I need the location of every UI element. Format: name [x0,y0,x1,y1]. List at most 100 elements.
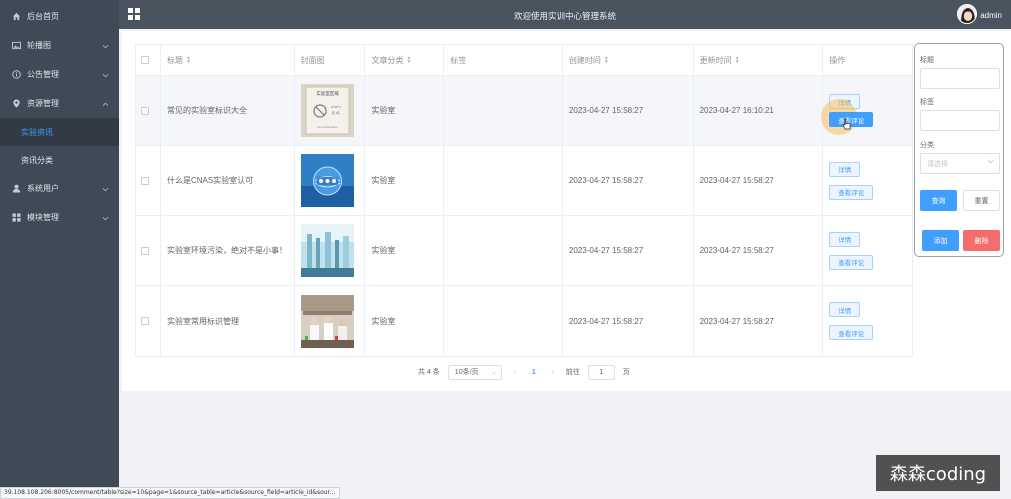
detail-button[interactable]: 详情 [829,231,861,247]
column-header-label: 标签 [450,55,467,65]
tag-cell [444,76,563,145]
delete-button[interactable]: 删除 [963,230,1000,251]
tag-filter-label: 标签 [920,99,934,106]
actions-cell: 详情 查看评论 [823,216,912,285]
cover-cell: 实验室区域 A7OF 4 区-1区 Lave & Reindane [295,76,366,145]
row-checkbox[interactable] [141,317,149,325]
title-filter-input[interactable] [920,68,1000,89]
view-comments-button[interactable]: 查看评论 [829,325,874,340]
sort-icon[interactable]: ▲ ▼ [604,56,609,65]
table-row[interactable]: 什么是CNAS实验室认可 实验室 2023-04-27 15:58:27 202… [136,146,912,216]
category-filter-label: 分类 [920,142,934,149]
select-all-checkbox[interactable] [141,56,149,64]
sidebar-subitem-lab-news[interactable]: 实验资讯 [0,118,119,146]
prev-page-button[interactable]: ‹ [510,369,520,376]
column-header-title[interactable]: 标题 ▲ ▼ [161,45,295,75]
svg-text:区-1区: 区-1区 [332,111,340,115]
comments-button-wrapper: 查看评论 [821,99,874,135]
tag-cell [444,216,563,285]
sidebar-item-modules[interactable]: 模块管理 [0,203,119,232]
updated-cell: 2023-04-27 15:58:27 [694,286,824,356]
created-cell: 2023-04-27 15:58:27 [563,216,694,285]
svg-text:A7OF 4: A7OF 4 [331,105,341,109]
view-comments-button[interactable]: 查看评论 [829,184,874,200]
column-header-updated[interactable]: 更新时间 ▲ ▼ [694,45,824,75]
query-button[interactable]: 查询 [920,190,957,211]
location-icon [12,99,21,108]
info-circle-icon [12,70,21,79]
reset-button[interactable]: 重置 [963,190,1000,211]
column-header-created[interactable]: 创建时间 ▲ ▼ [563,45,694,75]
updated-cell: 2023-04-27 15:58:27 [694,146,824,215]
column-header-category[interactable]: 文章分类 ▲ ▼ [365,45,445,75]
sidebar-item-resources[interactable]: 资源管理 [0,89,119,118]
avatar[interactable] [957,4,977,24]
row-checkbox-cell [136,286,161,356]
svg-text:Lave & Reindane: Lave & Reindane [317,126,338,129]
add-button[interactable]: 添加 [922,230,959,251]
created-cell: 2023-04-27 15:58:27 [563,76,694,145]
next-page-button[interactable]: › [548,369,558,376]
column-header-label: 操作 [829,55,846,65]
svg-text:实验室区域: 实验室区域 [316,90,339,97]
sidebar-subitem-label: 实验资讯 [21,127,53,137]
chevron-down-icon: ⌄ [490,368,497,376]
title-filter-label: 标题 [920,57,934,64]
watermark: 森森coding [876,455,1000,491]
created-cell: 2023-04-27 15:58:27 [563,146,694,215]
table-row[interactable]: 实验室常用标识管理 实验室 2023-04-27 15:58:27 2023-0… [136,286,912,356]
view-comments-button[interactable]: 查看评论 [829,112,874,127]
detail-button[interactable]: 详情 [829,302,861,317]
cover-image-sign[interactable]: 实验室区域 A7OF 4 区-1区 Lave & Reindane [300,84,354,137]
sidebar-item-carousel[interactable]: 轮播图 [0,31,119,60]
pagination: 共 4 条 10条/页 ⌄ ‹ 1 › 前往 1 页 [418,364,630,380]
title-cell: 常见的实验室标识大全 [161,76,295,145]
hand-cursor-icon [842,118,851,130]
sidebar-item-label: 系统用户 [27,184,59,193]
category-cell: 实验室 [365,286,445,356]
sidebar-item-home[interactable]: 后台首页 [0,2,119,31]
table-row[interactable]: 常见的实验室标识大全 实验室区域 A7OF 4 区-1区 Lave & Rein… [136,76,912,146]
sidebar-item-notice[interactable]: 公告管理 [0,60,119,89]
chevron-up-icon [102,100,109,109]
category-filter-select[interactable]: 请选择 [920,153,1000,174]
sidebar-subitem-label: 资讯分类 [21,155,53,165]
goto-prefix: 前往 [565,369,580,376]
sort-icon[interactable]: ▲ ▼ [186,56,191,65]
page-size-select[interactable]: 10条/页 ⌄ [447,364,502,380]
updated-cell: 2023-04-27 15:58:27 [694,216,824,285]
row-checkbox[interactable] [141,246,149,255]
sidebar-item-label: 资源管理 [27,99,59,108]
chevron-down-icon [102,71,109,80]
browser-status-url: 39.108.108.206:8005/comment/table?size=1… [0,487,340,499]
goto-page-input[interactable]: 1 [587,364,615,380]
sort-icon[interactable]: ▲ ▼ [735,56,740,65]
actions-cell: 详情 查看评论 [823,146,912,215]
chevron-down-icon [102,185,109,194]
user-name[interactable]: admin [980,11,1002,20]
title-cell: 实验室环境污染，绝对不是小事！ [161,216,295,285]
page-number[interactable]: 1 [528,369,540,376]
sidebar-subitem-news-category[interactable]: 资讯分类 [0,146,119,174]
sidebar-item-system-users[interactable]: 系统用户 [0,174,119,203]
actions-cell: 详情 查看评论 [823,286,912,356]
row-checkbox-cell [136,76,161,145]
page-size-value: 10条/页 [454,369,479,376]
detail-button[interactable]: 详情 [829,161,861,177]
column-header-label: 封面图 [300,55,325,65]
column-header-tag: 标签 [444,45,563,75]
sidebar: 后台首页 轮播图 公告管理 资源管理 实验资讯 资讯分类 系统用户 模块管理 [0,0,119,499]
table-row[interactable]: 实验室环境污染，绝对不是小事！ 实验室 2023-04-27 15:58:27 … [136,216,912,286]
chevron-down-icon [102,42,109,51]
cover-image-lab-equipment[interactable] [300,224,354,277]
cover-image-lab-people[interactable] [300,294,354,348]
sidebar-item-label: 后台首页 [27,12,59,21]
view-comments-button[interactable]: 查看评论 [829,254,874,270]
sort-icon[interactable]: ▲ ▼ [406,56,411,65]
row-checkbox[interactable] [141,106,149,115]
cover-image-cnas[interactable] [300,154,354,207]
row-checkbox[interactable] [141,176,149,185]
cover-cell [295,146,366,215]
filter-panel: 标题 标签 分类 请选择 查询 重置 添加 删除 [914,43,1004,257]
tag-filter-input[interactable] [920,110,1000,131]
